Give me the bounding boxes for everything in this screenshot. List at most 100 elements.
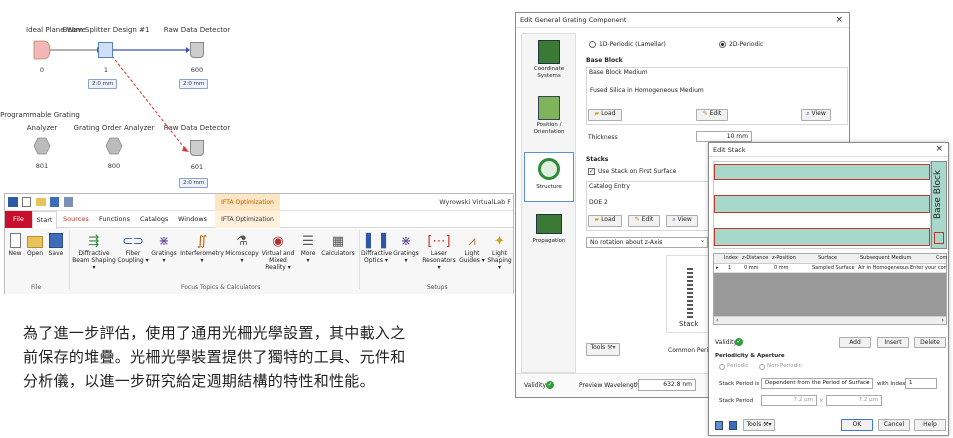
button-label: Tools bbox=[746, 421, 762, 428]
table-cell: 0 mm bbox=[744, 265, 759, 271]
sidebar-item-propagation[interactable]: Propagation bbox=[524, 208, 574, 258]
insert-button[interactable]: Insert bbox=[877, 337, 909, 348]
sidebar-item-position-orientation[interactable]: Position / Orientation bbox=[524, 93, 574, 147]
setup-gratings-button[interactable]: ⋇ Gratings ▾ bbox=[392, 233, 420, 264]
radio-periodic-label: Periodic bbox=[727, 363, 749, 369]
button-label-2: ▾ bbox=[404, 257, 408, 264]
new-file-icon[interactable] bbox=[22, 197, 31, 207]
stack-period-y-input[interactable]: 7.2 µm bbox=[826, 395, 882, 406]
sidebar-item-coordinate-systems[interactable]: Coordinate Systems bbox=[524, 37, 574, 89]
scroll-left-icon[interactable]: ‹ bbox=[716, 317, 718, 324]
light-guide-icon: ⩘ bbox=[468, 234, 476, 249]
radio-1d-periodic[interactable] bbox=[589, 41, 596, 48]
new-button[interactable]: New bbox=[7, 233, 23, 257]
cancel-button[interactable]: Cancel bbox=[878, 419, 910, 431]
magnifier-icon: ⌕ bbox=[672, 216, 676, 223]
tab-start[interactable]: Start bbox=[32, 211, 57, 229]
table-cell: 1 bbox=[728, 265, 732, 271]
use-stack-checkbox[interactable]: ✓ bbox=[588, 168, 595, 175]
tab-windows[interactable]: Windows bbox=[178, 211, 207, 228]
edit-medium-button[interactable]: ✎ Edit bbox=[696, 109, 728, 121]
order-analyzer-icon[interactable] bbox=[105, 137, 123, 155]
detector-icon[interactable] bbox=[190, 42, 204, 58]
button-label: Gratings bbox=[393, 250, 419, 257]
position-icon bbox=[538, 96, 560, 120]
tools-button[interactable]: Tools ⚒▾ bbox=[743, 419, 775, 431]
node-dimension: 2:0 mm bbox=[179, 79, 209, 89]
save-icon[interactable] bbox=[729, 421, 737, 430]
table-row[interactable]: ▸ 1 0 mm 0 mm Sampled Surface Air in Hom… bbox=[714, 264, 946, 273]
stack-glyph bbox=[687, 266, 693, 318]
interferometry-button[interactable]: ∬ Interferometry ▾ bbox=[179, 233, 225, 264]
app-icon bbox=[8, 197, 18, 207]
open-icon[interactable] bbox=[36, 198, 46, 206]
stack-period-mode-select[interactable]: Dependent from the Period of Surface bbox=[761, 378, 873, 389]
tab-sources[interactable]: Sources bbox=[63, 211, 89, 228]
button-label-2: Mixed Reality ▾ bbox=[265, 257, 291, 271]
diffractive-optics-button[interactable]: ▌▐ Diffractive Optics ▾ bbox=[361, 233, 392, 264]
fiber-coupling-button[interactable]: ⊂⊃ Fiber Coupling ▾ bbox=[117, 233, 149, 264]
close-icon[interactable]: × bbox=[835, 15, 843, 25]
thickness-input[interactable]: 10 mm bbox=[696, 131, 752, 142]
print-icon[interactable] bbox=[64, 197, 73, 207]
add-button[interactable]: Add bbox=[839, 337, 871, 348]
catalog-entry-value: DOE 2 bbox=[589, 199, 608, 206]
index-spinner[interactable]: 1 bbox=[905, 378, 937, 389]
preview-wavelength-input[interactable]: 632.8 nm bbox=[638, 379, 696, 391]
diffractive-beam-shaping-button[interactable]: ⇶ Diffractive Beam Shaping ▾ bbox=[72, 233, 116, 271]
stack-period-x-input[interactable]: 7.2 µm bbox=[761, 395, 817, 406]
virtual-mixed-reality-button[interactable]: ◉ Virtual and Mixed Reality ▾ bbox=[259, 233, 297, 271]
radio-periodic[interactable] bbox=[719, 364, 725, 370]
open-button[interactable]: Open bbox=[25, 233, 45, 257]
button-label: Virtual and bbox=[261, 250, 295, 257]
quick-access-bar: IFTA Optimization Wyrowski VirtualLab F bbox=[5, 194, 513, 211]
microscopy-button[interactable]: ⚗ Microscopy ▾ bbox=[225, 233, 259, 264]
edit-stack-button[interactable]: ✎ Edit bbox=[628, 215, 660, 227]
view-medium-button[interactable]: ⌕ View bbox=[801, 109, 831, 121]
column-header: Com bbox=[936, 255, 948, 261]
light-shaping-button[interactable]: ✦ Light Shaping ▾ bbox=[486, 233, 513, 271]
stack-period-label: Stack Period bbox=[719, 398, 754, 404]
tab-file[interactable]: File bbox=[5, 211, 32, 228]
button-label: Edit bbox=[641, 216, 654, 223]
base-block-medium-label: Base Block Medium bbox=[589, 69, 648, 76]
tab-functions[interactable]: Functions bbox=[99, 211, 130, 228]
radio-non-periodic[interactable] bbox=[759, 364, 765, 370]
node-id: 801 bbox=[35, 162, 49, 170]
light-guides-button[interactable]: ⩘ Light Guides ▾ bbox=[458, 233, 486, 264]
delete-button[interactable]: Delete bbox=[914, 337, 946, 348]
tab-ifta-optimization[interactable]: IFTA Optimization bbox=[215, 211, 280, 228]
tools-button[interactable]: Tools ⚒▾ bbox=[586, 343, 620, 356]
load-medium-button[interactable]: ▰ Load bbox=[588, 109, 622, 121]
calculators-button[interactable]: ▦ Calculators bbox=[319, 233, 357, 257]
help-button[interactable]: Help bbox=[914, 419, 946, 431]
light-source-icon[interactable] bbox=[33, 40, 51, 60]
close-icon[interactable]: × bbox=[935, 144, 943, 154]
stack-preview-label: Stack bbox=[679, 320, 699, 328]
more-button[interactable]: ☰ More ▾ bbox=[298, 233, 318, 264]
chevron-down-icon[interactable]: ⌄ bbox=[700, 237, 705, 244]
gratings-button[interactable]: ⋇ Gratings ▾ bbox=[150, 233, 178, 264]
ok-button[interactable]: OK bbox=[841, 419, 873, 431]
radio-2d-periodic[interactable] bbox=[719, 41, 726, 48]
catalog-entry-label: Catalog Entry bbox=[589, 183, 630, 190]
save-icon[interactable] bbox=[50, 197, 59, 207]
laser-resonators-button[interactable]: [⋯] Laser Resonators ▾ bbox=[420, 233, 458, 271]
button-label: Calculators bbox=[321, 250, 355, 257]
sidebar-label: Structure bbox=[536, 184, 562, 190]
detector-icon[interactable] bbox=[190, 140, 204, 156]
grating-analyzer-icon[interactable] bbox=[33, 137, 51, 155]
rotation-select[interactable]: No rotation about z-Axis bbox=[586, 237, 708, 248]
view-stack-button[interactable]: ⌕ View bbox=[666, 215, 698, 227]
stack-icon[interactable] bbox=[715, 421, 723, 430]
beam-splitter-icon[interactable] bbox=[98, 42, 113, 58]
tab-catalogs[interactable]: Catalogs bbox=[140, 211, 168, 228]
sidebar-label: Propagation bbox=[532, 238, 566, 244]
radio-1d-label: 1D-Periodic (Lamellar) bbox=[599, 41, 666, 48]
scroll-right-icon[interactable]: › bbox=[942, 317, 944, 324]
chevron-down-icon[interactable]: ⌄ bbox=[865, 378, 870, 385]
sidebar-item-structure[interactable]: Structure bbox=[524, 152, 574, 202]
load-stack-button[interactable]: ▰ Load bbox=[588, 215, 622, 227]
horizontal-scrollbar[interactable]: ‹ › bbox=[714, 316, 946, 324]
save-button[interactable]: Save bbox=[47, 233, 65, 257]
